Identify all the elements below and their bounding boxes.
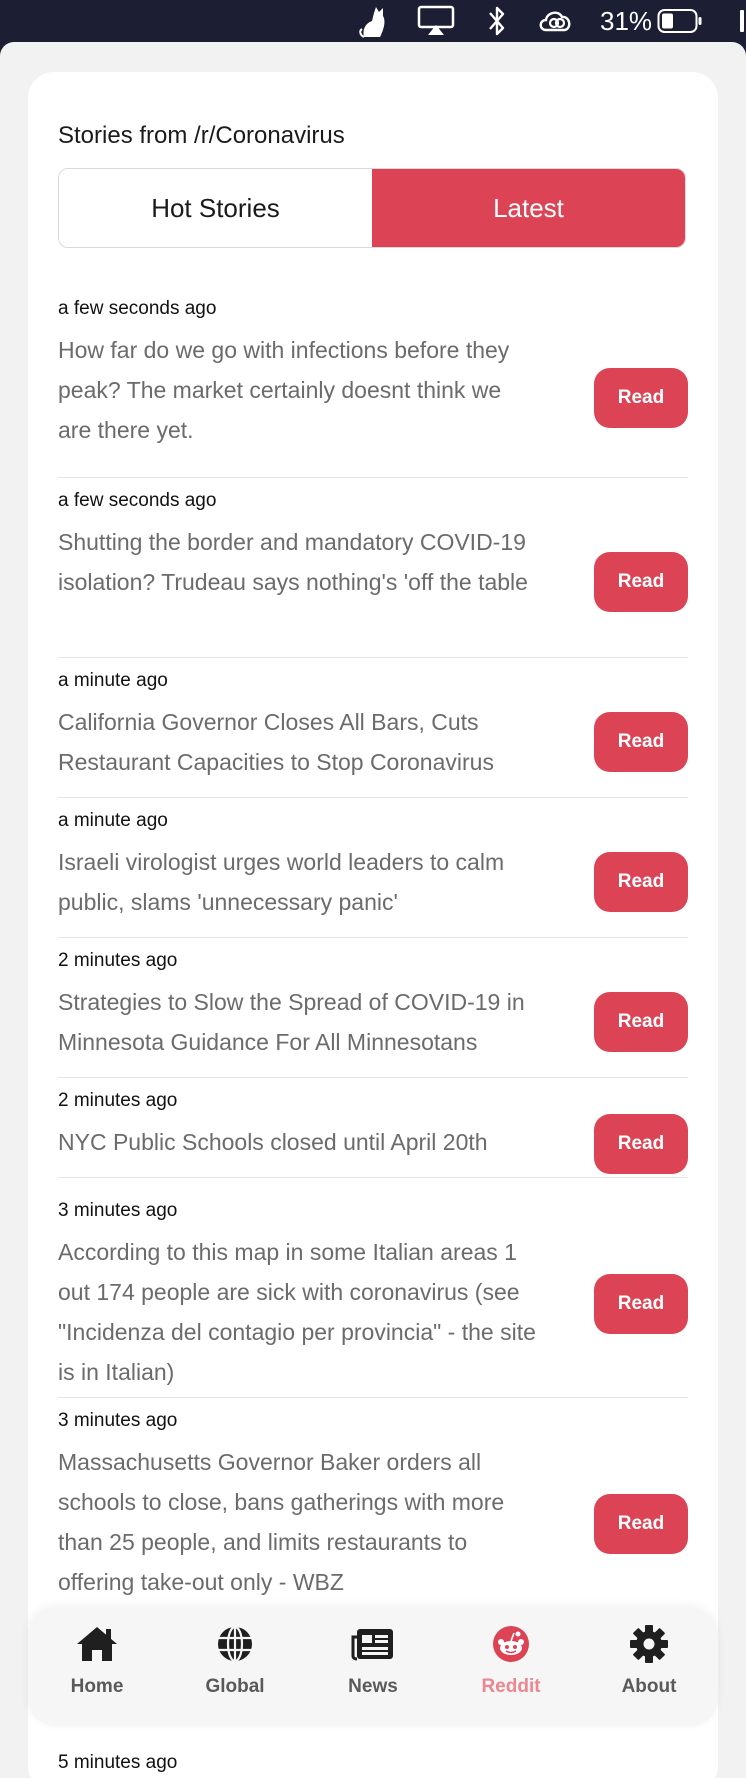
story-title[interactable]: Israeli virologist urges world leaders t… [58,842,538,922]
list-item: a minute ago Israeli virologist urges wo… [58,798,688,938]
list-item: 3 minutes ago According to this map in s… [58,1178,688,1398]
tab-hot-stories[interactable]: Hot Stories [59,169,372,247]
cat-icon[interactable] [354,3,394,39]
read-button[interactable]: Read [594,712,688,772]
story-time: a few seconds ago [58,490,217,511]
bluetooth-icon[interactable] [484,3,510,39]
story-title[interactable]: How far do we go with infections before … [58,330,538,450]
read-button[interactable]: Read [594,552,688,612]
story-time: a few seconds ago [58,298,217,319]
status-bar: 31% [0,0,746,42]
nav-about[interactable]: About [589,1622,709,1714]
read-button[interactable]: Read [594,1114,688,1174]
story-tabs: Hot Stories Latest [58,168,686,248]
app-page: Stories from /r/Coronavirus Hot Stories … [0,42,746,1778]
read-button[interactable]: Read [594,368,688,428]
reddit-icon [492,1622,530,1666]
list-item: 2 minutes ago NYC Public Schools closed … [58,1078,688,1178]
list-item: a few seconds ago How far do we go with … [58,298,688,478]
newspaper-icon [351,1622,395,1666]
nav-news[interactable]: News [313,1622,433,1714]
page-title: Stories from /r/Coronavirus [58,122,345,149]
nav-label: Global [205,1676,265,1697]
bottom-nav: Home Global News Reddit About [28,1608,718,1726]
creative-cloud-icon[interactable] [536,3,576,39]
list-item: 3 minutes ago Massachusetts Governor Bak… [58,1398,688,1618]
globe-icon [216,1622,254,1666]
read-button[interactable]: Read [594,1494,688,1554]
nav-label: Reddit [481,1676,541,1697]
gear-icon [629,1622,669,1666]
battery-icon[interactable] [656,3,704,39]
read-button[interactable]: Read [594,992,688,1052]
airplay-icon[interactable] [416,3,456,39]
story-time: 2 minutes ago [58,950,178,971]
nav-reddit[interactable]: Reddit [451,1622,571,1714]
story-time: 3 minutes ago [58,1410,178,1431]
story-title[interactable]: NYC Public Schools closed until April 20… [58,1122,538,1162]
stories-card: Stories from /r/Coronavirus Hot Stories … [28,72,718,1778]
menu-extra-icon[interactable] [738,3,746,39]
home-icon [75,1622,119,1666]
nav-label: News [348,1676,398,1697]
story-title[interactable]: According to this map in some Italian ar… [58,1232,538,1392]
story-time: 2 minutes ago [58,1090,178,1111]
nav-label: Home [70,1676,124,1697]
list-item: 2 minutes ago Strategies to Slow the Spr… [58,938,688,1078]
story-time: 3 minutes ago [58,1200,178,1221]
nav-home[interactable]: Home [37,1622,157,1714]
story-title[interactable]: Shutting the border and mandatory COVID-… [58,522,538,602]
tab-latest[interactable]: Latest [372,169,685,247]
nav-label: About [621,1676,677,1697]
story-time: a minute ago [58,670,168,691]
list-item: a minute ago California Governor Closes … [58,658,688,798]
battery-percent: 31% [599,5,653,36]
read-button[interactable]: Read [594,1274,688,1334]
story-time: a minute ago [58,810,168,831]
story-title[interactable]: California Governor Closes All Bars, Cut… [58,702,538,782]
story-title[interactable]: Strategies to Slow the Spread of COVID-1… [58,982,538,1062]
list-item: a few seconds ago Shutting the border an… [58,478,688,658]
story-time: 5 minutes ago [58,1752,178,1773]
story-title[interactable]: Massachusetts Governor Baker orders all … [58,1442,538,1602]
read-button[interactable]: Read [594,852,688,912]
nav-global[interactable]: Global [175,1622,295,1714]
